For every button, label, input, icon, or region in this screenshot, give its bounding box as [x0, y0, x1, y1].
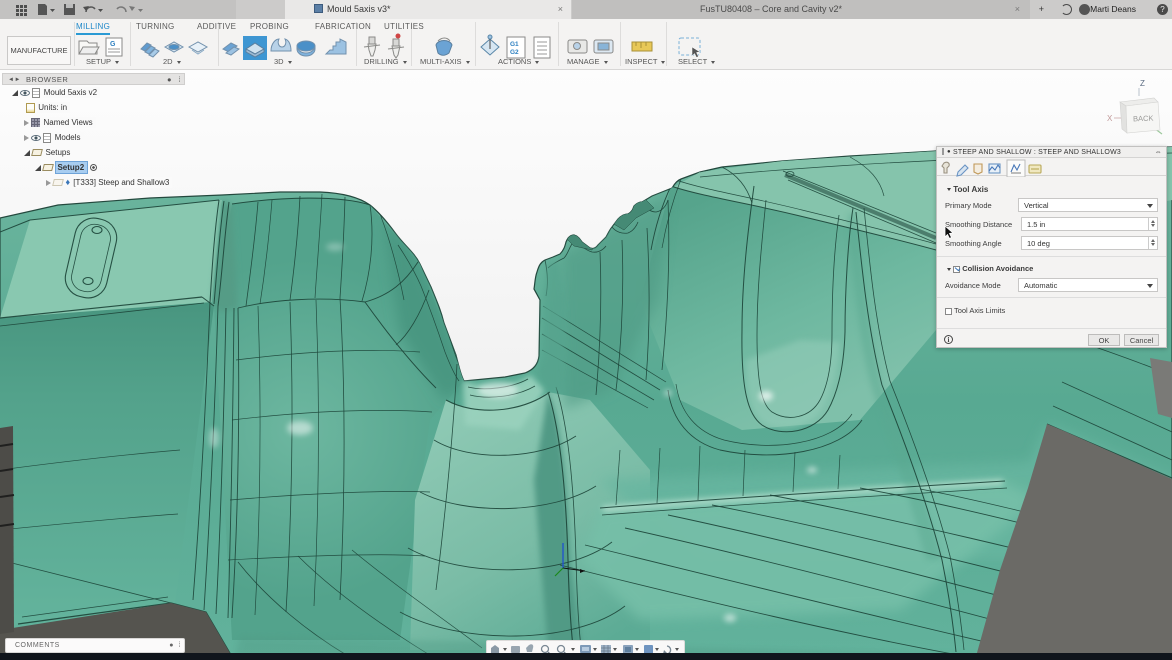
svg-text:G1: G1 — [510, 41, 519, 48]
svg-text:G: G — [110, 41, 116, 48]
svg-text:X: X — [1107, 114, 1113, 123]
svg-text:BACK: BACK — [1133, 114, 1154, 124]
svg-text:G2: G2 — [510, 49, 519, 56]
svg-text:Z: Z — [1140, 79, 1145, 88]
